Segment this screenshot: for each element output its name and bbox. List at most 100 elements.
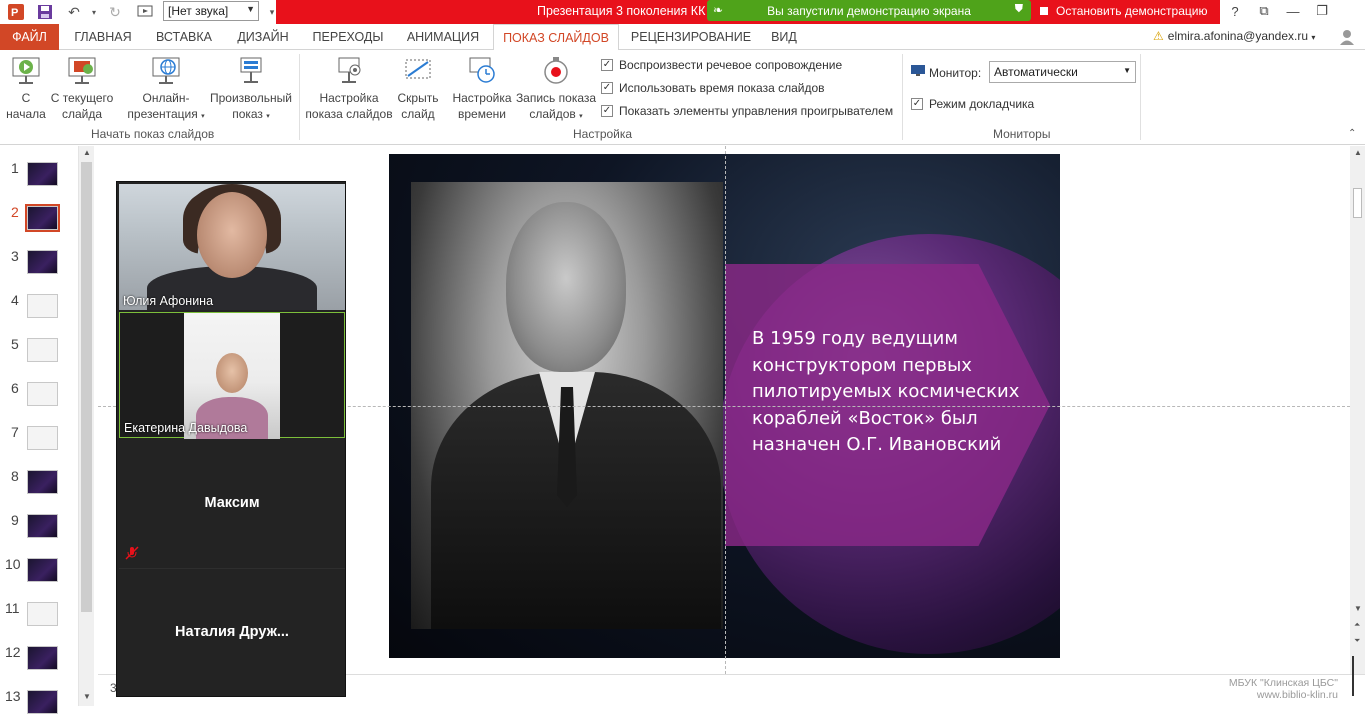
participant-tile-1[interactable]: Юлия Афонина (119, 184, 345, 310)
start-from-beginning-icon[interactable] (135, 2, 155, 22)
slideshow-current-icon (66, 56, 98, 86)
sound-select[interactable]: [Нет звука] ▼ (163, 1, 259, 21)
monitor-icon (911, 65, 925, 80)
slide-body-text[interactable]: В 1959 году ведущим конструктором первых… (752, 326, 1042, 459)
hide-slide-button[interactable]: Скрыть слайд (394, 56, 442, 122)
restore-button[interactable]: ❐ (1310, 2, 1334, 20)
ribbon: С начала С текущего слайда Онлайн- презе… (0, 50, 1365, 145)
video-call-panel[interactable]: Юлия Афонина Екатерина Давыдова Максим Н… (116, 181, 346, 697)
slide-thumbnail-13[interactable] (27, 690, 58, 714)
scroll-down-icon[interactable]: ▼ (1354, 604, 1362, 613)
leaf-icon: ❧ (713, 3, 724, 17)
title-bar: P ↶ ▾ ↻ [Нет звука] ▼ ▾ Презентация 3 по… (0, 0, 1365, 24)
scrollbar-thumb[interactable] (81, 162, 92, 612)
undo-dropdown-icon[interactable]: ▾ (84, 2, 104, 22)
scrollbar-thumb[interactable] (1353, 188, 1362, 218)
participant-tile-2[interactable]: Екатерина Давыдова (119, 312, 345, 439)
ribbon-tabs: ФАЙЛ ГЛАВНАЯ ВСТАВКА ДИЗАЙН ПЕРЕХОДЫ АНИ… (0, 24, 1365, 51)
tab-animation[interactable]: АНИМАЦИЯ (396, 24, 490, 50)
hide-slide-label-1: Скрыть (397, 91, 439, 105)
watermark: МБУК "Клинская ЦБС" www.biblio-klin.ru (1218, 677, 1338, 701)
custom-show-button[interactable]: Произвольный показ ▾ (208, 56, 294, 125)
thumb-number: 12 (5, 644, 21, 660)
checkbox-play-narrations[interactable]: ✓ Воспроизвести речевое сопровождение (601, 58, 842, 72)
thumb-number: 9 (11, 512, 19, 528)
user-email: elmira.afonina@yandex.ru (1167, 29, 1309, 43)
tab-home[interactable]: ГЛАВНАЯ (62, 24, 144, 50)
record-slideshow-button[interactable]: Запись показа слайдов ▾ (514, 56, 598, 125)
previous-slide-icon[interactable]: ⏶ (1354, 620, 1360, 630)
thumb-number: 6 (11, 380, 19, 396)
from-current-label-2: слайда (61, 107, 103, 121)
checkbox-use-timings[interactable]: ✓ Использовать время показа слайдов (601, 81, 825, 95)
slide-thumbnail-11[interactable] (27, 602, 58, 626)
monitor-select[interactable]: Автоматически ▼ (989, 61, 1136, 83)
tab-slide-show[interactable]: ПОКАЗ СЛАЙДОВ (493, 24, 619, 51)
setup-slideshow-label-2: показа слайдов (305, 107, 393, 121)
from-current-slide-button[interactable]: С текущего слайда (48, 56, 116, 122)
participant-tile-3[interactable]: Максим (119, 440, 345, 566)
minimize-button[interactable]: — (1281, 2, 1305, 20)
stop-share-button[interactable]: Остановить демонстрацию (1032, 0, 1214, 21)
slide-thumbnail-8[interactable] (27, 470, 58, 494)
participant-tile-4[interactable]: Наталия Друж... (119, 568, 345, 696)
thumb-number: 7 (11, 424, 19, 440)
slide-thumbnail-7[interactable] (27, 426, 58, 450)
slide-thumbnail-10[interactable] (27, 558, 58, 582)
tab-review[interactable]: РЕЦЕНЗИРОВАНИЕ (622, 24, 760, 50)
participant-name: Юлия Афонина (123, 294, 214, 308)
next-slide-icon[interactable]: ⏷ (1354, 636, 1360, 646)
slide-thumbnail-12[interactable] (27, 646, 58, 670)
save-icon[interactable] (35, 2, 55, 22)
undo-icon[interactable]: ↶ (64, 2, 84, 22)
online-presentation-label-2: презентация ▾ (127, 107, 205, 121)
thumb-number: 10 (5, 556, 21, 572)
checkbox-show-media-controls[interactable]: ✓ Показать элементы управления проигрыват… (601, 104, 893, 118)
participant-face (216, 353, 248, 393)
scroll-down-icon[interactable]: ▼ (83, 692, 91, 701)
slide-thumbnail-6[interactable] (27, 382, 58, 406)
online-presentation-button[interactable]: Онлайн- презентация ▾ (124, 56, 208, 125)
slide-thumbnail-3[interactable] (27, 250, 58, 274)
slide-thumbnail-1[interactable] (27, 162, 58, 186)
monitor-label: Монитор: (911, 65, 981, 80)
thumbnails-scrollbar[interactable]: ▲ ▼ (78, 146, 94, 706)
share-status-banner[interactable]: ❧ Вы запустили демонстрацию экрана ⛊ (707, 0, 1031, 21)
slide-thumbnail-9[interactable] (27, 514, 58, 538)
setup-slideshow-icon (333, 56, 365, 86)
group-label-setup: Настройка (573, 127, 633, 141)
slide-thumbnail-2[interactable] (25, 204, 60, 232)
svg-text:P: P (11, 7, 18, 19)
user-account[interactable]: ⚠ elmira.afonina@yandex.ru ▾ (1153, 29, 1315, 43)
collapse-ribbon-icon[interactable]: ⌃ (1348, 128, 1356, 139)
thumb-number: 3 (11, 248, 19, 264)
record-slideshow-label-2: слайдов ▾ (529, 107, 583, 121)
slide-scrollbar[interactable]: ▲ ▼ ⏶ ⏷ (1350, 146, 1365, 674)
rehearse-timings-button[interactable]: Настройка времени (450, 56, 514, 122)
setup-slideshow-button[interactable]: Настройка показа слайдов (305, 56, 393, 122)
help-button[interactable]: ? (1223, 2, 1247, 20)
redo-icon[interactable]: ↻ (105, 2, 125, 22)
from-beginning-button[interactable]: С начала (4, 56, 48, 122)
checkmark-icon: ✓ (601, 82, 613, 94)
slide-thumbnail-5[interactable] (27, 338, 58, 362)
record-icon (540, 56, 572, 86)
scroll-up-icon[interactable]: ▲ (83, 148, 91, 157)
shield-icon: ⛊ (1014, 3, 1023, 15)
mic-muted-icon (125, 546, 139, 563)
slide-thumbnail-4[interactable] (27, 294, 58, 318)
tab-design[interactable]: ДИЗАЙН (226, 24, 300, 50)
resize-divider[interactable] (1352, 656, 1354, 696)
scroll-up-icon[interactable]: ▲ (1354, 148, 1362, 157)
tab-transitions[interactable]: ПЕРЕХОДЫ (304, 24, 392, 50)
tab-view[interactable]: ВИД (762, 24, 806, 50)
tab-file[interactable]: ФАЙЛ (0, 24, 59, 50)
tab-insert[interactable]: ВСТАВКА (146, 24, 222, 50)
thumb-number: 11 (5, 600, 20, 616)
checkbox-presenter-view[interactable]: ✓ Режим докладчика (911, 97, 1034, 111)
avatar[interactable] (1335, 26, 1359, 48)
ribbon-display-options-button[interactable]: ⧉ (1252, 2, 1276, 20)
hide-slide-icon (402, 56, 434, 86)
from-current-label-1: С текущего (50, 91, 114, 105)
group-separator (1140, 54, 1141, 140)
